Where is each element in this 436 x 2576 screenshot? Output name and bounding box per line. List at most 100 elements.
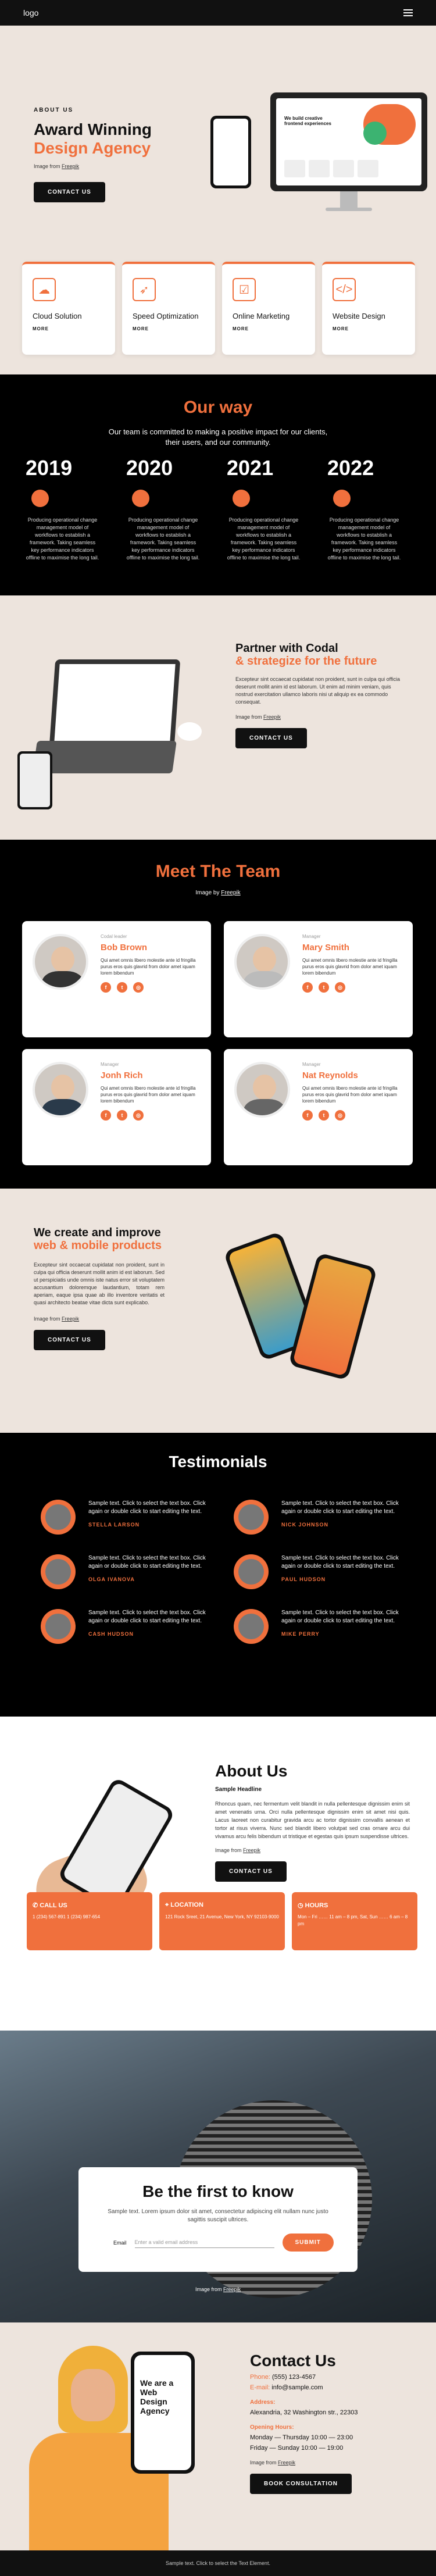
about-text: About Us Sample Headline Rhoncus quam, n… bbox=[215, 1762, 410, 1882]
phone-screen-text: We are a Web Design Agency bbox=[134, 2355, 191, 2470]
image-credit-label: Image from bbox=[250, 2460, 277, 2466]
image-credit: Image from Freepik bbox=[250, 2460, 413, 2466]
image-credit-link[interactable]: Freepik bbox=[62, 1316, 79, 1322]
service-card-speed[interactable]: ➶ Speed Optimization MORE bbox=[122, 262, 215, 355]
cloud-icon: ☁ bbox=[33, 278, 56, 301]
email-label: E-mail: bbox=[250, 2384, 270, 2391]
hero-text: ABOUT US Award Winning Design Agency Imag… bbox=[34, 107, 152, 202]
web-text: We create and improve web & mobile produc… bbox=[34, 1226, 165, 1350]
member-bio: Qui amet omnis libero molestie ante id f… bbox=[101, 1086, 196, 1104]
twitter-icon[interactable]: t bbox=[117, 1110, 127, 1121]
contact-text: Contact Us Phone: (555) 123-4567 E-mail:… bbox=[250, 2352, 413, 2494]
member-name: Mary Smith bbox=[302, 943, 349, 952]
hero-eyebrow: ABOUT US bbox=[34, 107, 74, 113]
subscribe-form: Email Enter a valid email address SUBMIT bbox=[113, 2234, 358, 2252]
twitter-icon[interactable]: t bbox=[319, 1110, 329, 1121]
image-credit-link[interactable]: Freepik bbox=[221, 890, 240, 896]
email-line: E-mail: info@sample.com bbox=[250, 2384, 413, 2391]
timeline: 2019 Producing operational change managem… bbox=[26, 456, 401, 562]
timeline-dot bbox=[233, 490, 250, 507]
card-title: HOURS bbox=[305, 1902, 328, 1909]
image-credit-link[interactable]: Freepik bbox=[223, 2286, 241, 2292]
email-input[interactable]: Enter a valid email address bbox=[134, 2237, 274, 2248]
team-card: Codal leader Bob Brown Qui amet omnis libe… bbox=[22, 921, 211, 1037]
year-text: Producing operational change management … bbox=[126, 517, 200, 561]
member-bio: Qui amet omnis libero molestie ante id f… bbox=[101, 958, 196, 976]
more-link[interactable]: MORE bbox=[333, 326, 405, 331]
contact-us-button[interactable]: CONTACT US bbox=[215, 1861, 287, 1882]
hours-card-title: ◷ HOURS bbox=[298, 1901, 412, 1909]
twitter-icon[interactable]: t bbox=[117, 982, 127, 993]
testimonial-text: Sample text. Click to select the text bo… bbox=[88, 1555, 206, 1569]
timeline-item: 2021 Producing operational change managem… bbox=[227, 456, 301, 562]
contact-us-button[interactable]: CONTACT US bbox=[34, 1330, 105, 1350]
testimonial-author: OLGA IVANOVA bbox=[88, 1576, 135, 1582]
instagram-icon[interactable]: ◎ bbox=[335, 1110, 345, 1121]
logo[interactable]: logo bbox=[23, 8, 38, 17]
testimonial: Sample text. Click to select the text bo… bbox=[234, 1554, 414, 1589]
card-title: CALL US bbox=[40, 1902, 67, 1909]
contact-us-button[interactable]: CONTACT US bbox=[34, 182, 105, 202]
web-mobile-section: We create and improve web & mobile produc… bbox=[0, 1189, 436, 1433]
rocket-icon: ➶ bbox=[133, 278, 156, 301]
year-text: Producing operational change management … bbox=[327, 517, 401, 561]
avatar bbox=[33, 934, 88, 990]
section-title: Our way bbox=[183, 398, 253, 417]
service-card-cloud[interactable]: ☁ Cloud Solution MORE bbox=[22, 262, 115, 355]
web-title: We create and improve web & mobile produc… bbox=[34, 1226, 165, 1252]
contact-us-button[interactable]: CONTACT US bbox=[235, 728, 307, 748]
avatar bbox=[41, 1609, 76, 1644]
more-link[interactable]: MORE bbox=[33, 326, 105, 331]
avatar bbox=[234, 1500, 269, 1535]
testimonial-author: NICK JOHNSON bbox=[281, 1522, 329, 1528]
submit-button[interactable]: SUBMIT bbox=[282, 2234, 334, 2252]
image-credit-link[interactable]: Freepik bbox=[243, 1847, 260, 1853]
testimonial-text: Sample text. Click to select the text bo… bbox=[281, 1555, 399, 1569]
facebook-icon[interactable]: f bbox=[101, 982, 111, 993]
address-label: Address: bbox=[250, 2399, 276, 2406]
service-label: Online Marketing bbox=[233, 312, 290, 320]
book-consultation-button[interactable]: BOOK CONSULTATION bbox=[250, 2474, 352, 2494]
site-footer: Sample text. Click to select the Text El… bbox=[0, 2550, 436, 2576]
more-link[interactable]: MORE bbox=[233, 326, 305, 331]
service-card-marketing[interactable]: ☑ Online Marketing MORE bbox=[222, 262, 315, 355]
image-credit-link[interactable]: Freepik bbox=[278, 2460, 295, 2466]
instagram-icon[interactable]: ◎ bbox=[133, 982, 144, 993]
timeline-dot bbox=[333, 490, 351, 507]
facebook-icon[interactable]: f bbox=[302, 982, 313, 993]
testimonial-text: Sample text. Click to select the text bo… bbox=[88, 1500, 206, 1515]
hamburger-menu-icon[interactable] bbox=[403, 9, 413, 16]
facebook-icon[interactable]: f bbox=[302, 1110, 313, 1121]
service-label: Cloud Solution bbox=[33, 312, 82, 320]
member-role: Manager bbox=[302, 1062, 321, 1067]
twitter-icon[interactable]: t bbox=[319, 982, 329, 993]
laptop-screen-text: We build creative frontend experiences bbox=[284, 116, 331, 126]
partner-title-line2: & strategize for the future bbox=[235, 655, 377, 668]
instagram-icon[interactable]: ◎ bbox=[335, 982, 345, 993]
hours-weekdays: Monday — Thursday 10:00 — 23:00 bbox=[250, 2434, 353, 2441]
hero-title-line2: Design Agency bbox=[34, 139, 151, 157]
image-credit-label: Image from bbox=[195, 2286, 222, 2292]
email-value[interactable]: info@sample.com bbox=[271, 2384, 323, 2391]
phone-value[interactable]: (555) 123-4567 bbox=[272, 2374, 316, 2381]
facebook-icon[interactable]: f bbox=[101, 1110, 111, 1121]
image-credit-link[interactable]: Freepik bbox=[263, 714, 281, 720]
more-link[interactable]: MORE bbox=[133, 326, 205, 331]
image-credit-link[interactable]: Freepik bbox=[62, 163, 79, 169]
card-title: LOCATION bbox=[170, 1901, 203, 1908]
partner-text: Partner with Codal & strategize for the f… bbox=[235, 642, 404, 748]
testimonial-author: PAUL HUDSON bbox=[281, 1576, 326, 1582]
service-card-web-design[interactable]: </> Website Design MORE bbox=[322, 262, 415, 355]
hero-title-line1: Award Winning bbox=[34, 120, 152, 138]
instagram-icon[interactable]: ◎ bbox=[133, 1110, 144, 1121]
image-credit: Image by Freepik bbox=[0, 890, 436, 896]
testimonials-grid: Sample text. Click to select the text bo… bbox=[41, 1500, 414, 1644]
our-way-section: Our way Our team is committed to making … bbox=[0, 374, 436, 595]
about-title: About Us bbox=[215, 1762, 288, 1780]
member-name: Nat Reynolds bbox=[302, 1071, 358, 1080]
avatar bbox=[41, 1554, 76, 1589]
image-credit: Image from Freepik bbox=[235, 714, 404, 720]
section-title: Testimonials bbox=[169, 1453, 267, 1471]
testimonial-text: Sample text. Click to select the text bo… bbox=[281, 1500, 399, 1515]
avatar bbox=[234, 1554, 269, 1589]
